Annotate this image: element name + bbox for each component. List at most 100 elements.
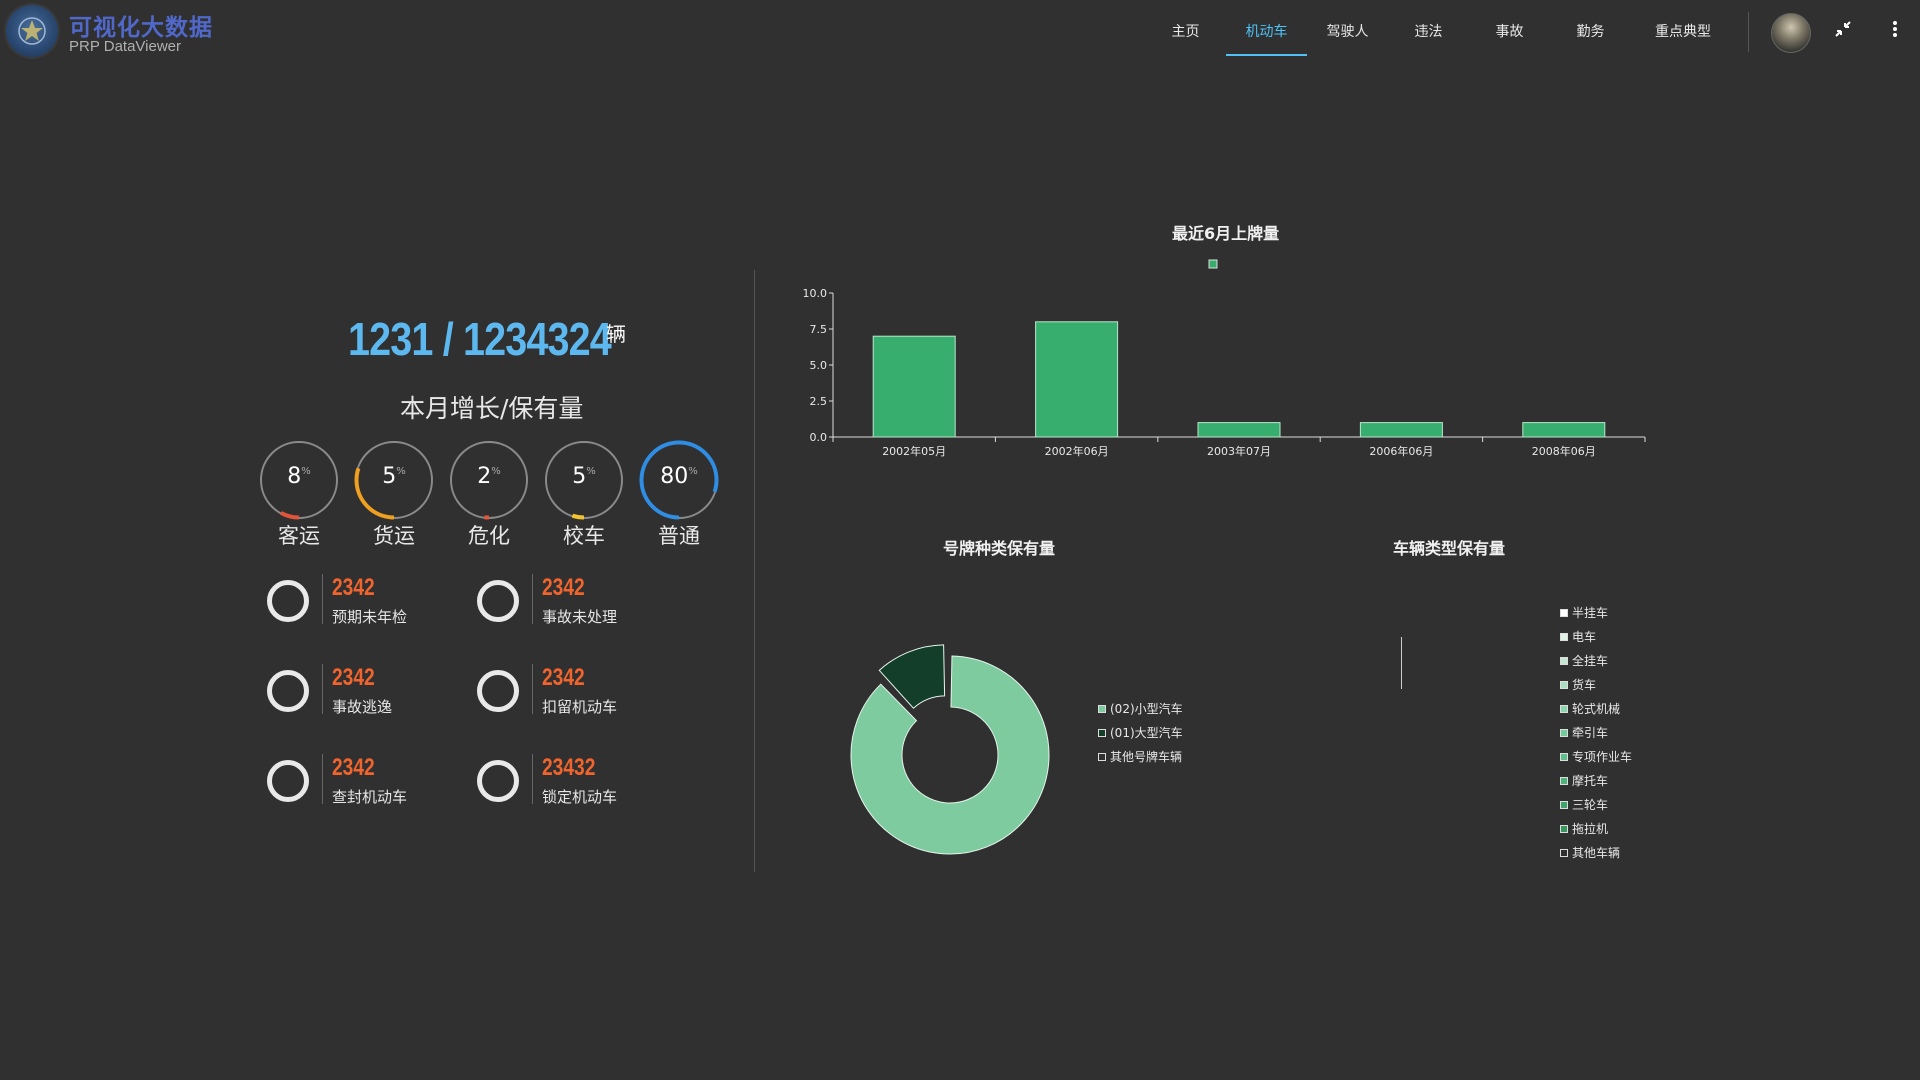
vehicle-type-legend: 半挂车电车全挂车货车轮式机械牵引车专项作业车摩托车三轮车拖拉机其他车辆 <box>1560 601 1632 865</box>
stat-locked-vehicles: 23432 锁定机动车 <box>477 754 667 810</box>
y-tick-label: 5.0 <box>810 359 828 372</box>
stat-label: 扣留机动车 <box>542 698 618 716</box>
legend-label: (02)小型汽车 <box>1110 702 1183 716</box>
legend-item[interactable]: 全挂车 <box>1560 649 1632 673</box>
legend-swatch <box>1560 633 1568 641</box>
legend-item[interactable]: 半挂车 <box>1560 601 1632 625</box>
nav-drivers[interactable]: 驾驶人 <box>1307 0 1388 56</box>
legend-label: 三轮车 <box>1572 798 1609 812</box>
legend-swatch <box>1560 657 1568 665</box>
growth-caption: 本月增长/保有量 <box>400 394 584 423</box>
vehicle-type-chart-axis <box>1401 637 1402 689</box>
legend-swatch <box>1560 681 1568 689</box>
legend-label: 摩托车 <box>1572 774 1609 788</box>
bar <box>872 335 956 438</box>
plate-type-legend: (02)小型汽车 (01)大型汽车其他号牌车辆 <box>1098 697 1183 769</box>
nav-duty[interactable]: 勤务 <box>1550 0 1631 56</box>
legend-item[interactable]: 三轮车 <box>1560 793 1632 817</box>
nav-key-cases[interactable]: 重点典型 <box>1631 0 1735 56</box>
stat-label: 预期未年检 <box>332 608 408 626</box>
stat-separator <box>322 574 323 624</box>
compress-icon[interactable] <box>1834 20 1852 42</box>
legend-item[interactable]: (02)小型汽车 <box>1098 697 1183 721</box>
growth-total-value: 1231 / 1234324 <box>348 313 612 365</box>
gauge-0: 8% 客运 <box>259 440 339 548</box>
stat-unprocessed-accidents: 2342 事故未处理 <box>477 574 667 630</box>
gauge-value: 80% <box>660 464 698 489</box>
legend-swatch <box>1560 705 1568 713</box>
legend-swatch <box>1560 609 1568 617</box>
stat-sealed-vehicles: 2342 查封机动车 <box>267 754 457 810</box>
legend-swatch <box>1560 753 1568 761</box>
gauge-label: 校车 <box>563 524 605 548</box>
donut-slice <box>850 655 1050 855</box>
main-nav: 主页 机动车 驾驶人 违法 事故 勤务 重点典型 <box>1145 0 1735 56</box>
legend-swatch <box>1098 729 1106 737</box>
more-vert-icon[interactable] <box>1891 20 1899 42</box>
monthly-registration-bar-chart: 0.0 2.5 5.0 7.5 10.0 2002年05月 2002年06月 2003年07月… <box>803 259 1646 458</box>
stat-value: 2342 <box>332 664 375 691</box>
legend-item[interactable]: 专项作业车 <box>1560 745 1632 769</box>
legend-item[interactable]: 摩托车 <box>1560 769 1632 793</box>
nav-violations[interactable]: 违法 <box>1388 0 1469 56</box>
stat-label: 查封机动车 <box>332 788 408 806</box>
nav-vehicles[interactable]: 机动车 <box>1226 0 1307 56</box>
legend-item[interactable]: 轮式机械 <box>1560 697 1632 721</box>
y-tick-label: 7.5 <box>810 323 828 336</box>
nav-home[interactable]: 主页 <box>1145 0 1226 56</box>
nav-accidents[interactable]: 事故 <box>1469 0 1550 56</box>
legend-label: 半挂车 <box>1572 606 1609 620</box>
stat-label: 事故未处理 <box>542 608 618 626</box>
legend-label: 全挂车 <box>1572 654 1609 668</box>
gauge-label: 货运 <box>373 524 415 548</box>
stat-value: 2342 <box>542 574 585 601</box>
gauge-value: 5% <box>382 464 406 489</box>
ring-icon <box>267 760 309 802</box>
y-tick-label: 2.5 <box>810 395 828 408</box>
legend-swatch <box>1560 729 1568 737</box>
growth-total-unit: 辆 <box>606 322 626 346</box>
nav-divider <box>1748 12 1749 52</box>
legend-item[interactable]: 货车 <box>1560 673 1632 697</box>
legend-item[interactable]: (01)大型汽车 <box>1098 721 1183 745</box>
legend-label: 电车 <box>1572 630 1597 644</box>
stat-separator <box>532 664 533 714</box>
bar <box>1522 422 1606 438</box>
bar <box>1359 422 1443 438</box>
stat-detained-vehicles: 2342 扣留机动车 <box>477 664 667 720</box>
legend-item[interactable]: 其他号牌车辆 <box>1098 745 1183 769</box>
gauge-value: 5% <box>572 464 596 489</box>
gauge-1: 5% 货运 <box>354 440 434 548</box>
legend-label: 其他号牌车辆 <box>1110 750 1183 764</box>
legend-label: 其他车辆 <box>1572 846 1621 860</box>
stat-value: 23432 <box>542 754 596 781</box>
legend-swatch <box>1560 825 1568 833</box>
legend-item[interactable]: 牵引车 <box>1560 721 1632 745</box>
legend-swatch <box>1098 705 1106 713</box>
stat-separator <box>532 574 533 624</box>
legend-label: 轮式机械 <box>1572 702 1621 716</box>
app-subtitle: PRP DataViewer <box>69 38 182 55</box>
legend-swatch <box>1560 777 1568 785</box>
stat-label: 锁定机动车 <box>542 788 618 806</box>
x-tick-label: 2002年06月 <box>1045 444 1109 458</box>
legend-item[interactable]: 拖拉机 <box>1560 817 1632 841</box>
legend-item[interactable]: 其他车辆 <box>1560 841 1632 865</box>
stat-separator <box>532 754 533 804</box>
x-tick-label: 2008年06月 <box>1532 444 1596 458</box>
bar <box>1035 321 1119 438</box>
legend-label: 牵引车 <box>1572 726 1609 740</box>
gauge-label: 客运 <box>278 524 320 548</box>
legend-swatch <box>1098 753 1106 761</box>
legend-swatch <box>1560 849 1568 857</box>
legend-label: 拖拉机 <box>1572 822 1609 836</box>
police-emblem-logo <box>6 5 58 57</box>
plate-type-donut-chart <box>850 644 1050 855</box>
gauge-3: 5% 校车 <box>544 440 624 548</box>
stat-value: 2342 <box>332 574 375 601</box>
panel-divider <box>754 270 755 872</box>
app-header: 可视化大数据 PRP DataViewer 主页 机动车 驾驶人 违法 事故 勤… <box>0 0 1920 64</box>
stat-separator <box>322 754 323 804</box>
legend-item[interactable]: 电车 <box>1560 625 1632 649</box>
user-avatar[interactable] <box>1771 13 1811 53</box>
